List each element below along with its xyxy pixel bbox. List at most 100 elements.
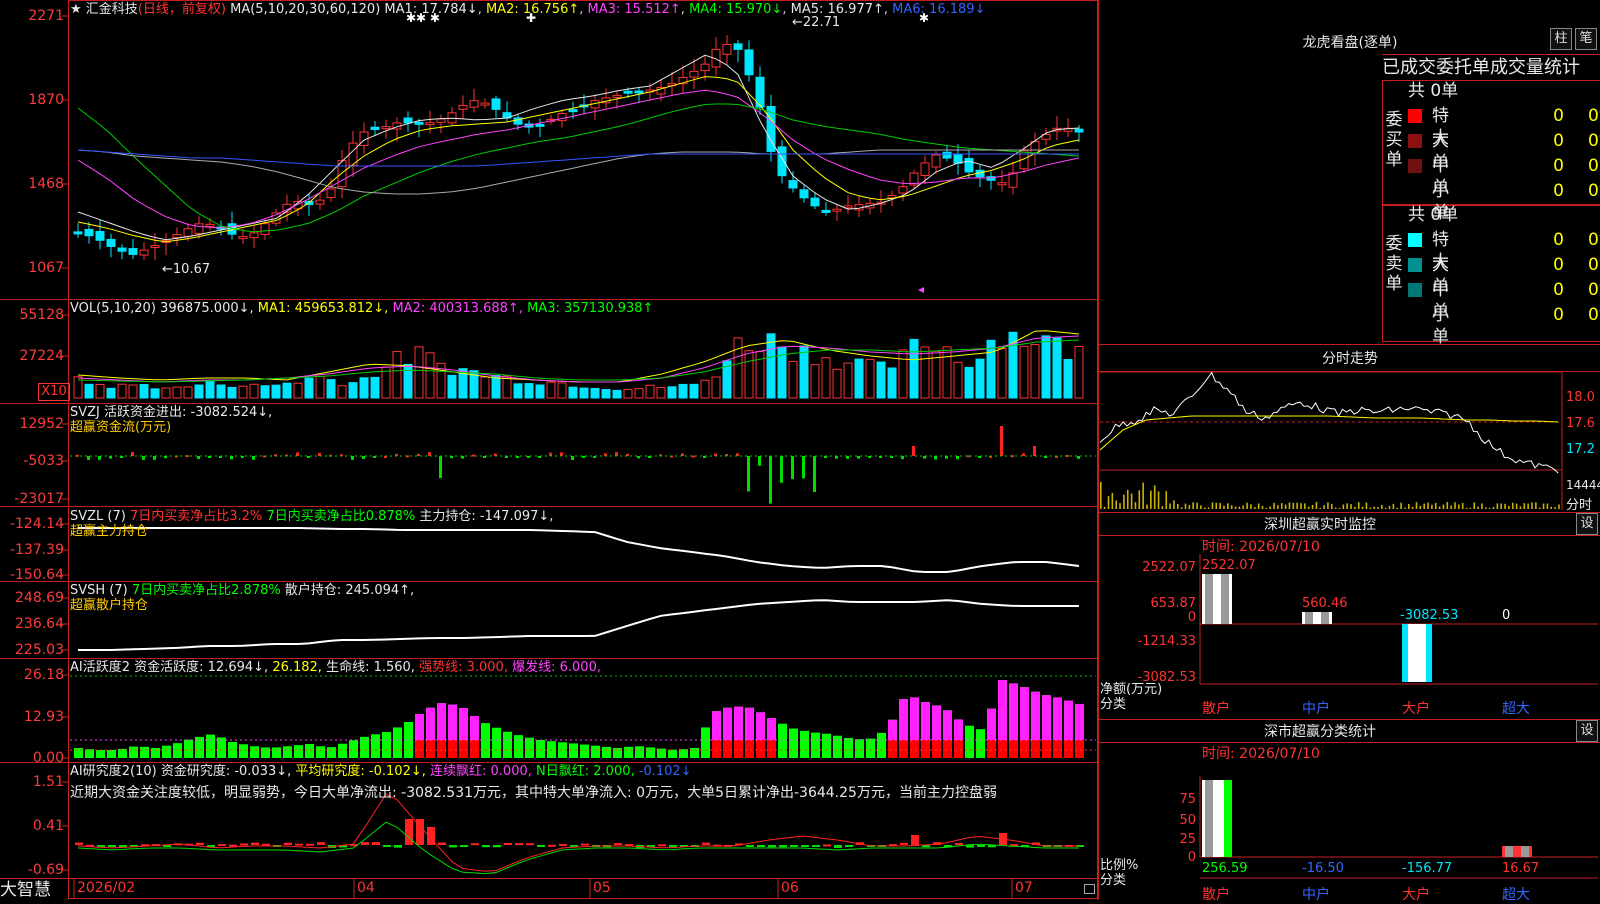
candle-body — [964, 158, 974, 173]
monitor-bar-value: 2522.07 — [1202, 558, 1256, 573]
order-count: 0 — [1553, 181, 1564, 201]
activity-bar-base — [723, 740, 732, 758]
flow-bar — [615, 452, 618, 456]
candle-body — [722, 43, 732, 55]
volume-bar — [524, 383, 534, 399]
chart-mode[interactable]: (日线，前复权) — [138, 2, 226, 17]
class-axis-label: 0 — [1187, 850, 1196, 865]
activity-bar-top — [1031, 691, 1040, 740]
activity-bar-base — [899, 740, 908, 758]
activity-bar-base — [712, 740, 721, 758]
flow-bar — [758, 456, 761, 466]
date-label-5: 07 — [1015, 880, 1033, 896]
activity-bar-base — [745, 740, 754, 758]
research-bar — [526, 843, 534, 846]
research-text4: N日飘红: 2.000, — [536, 764, 635, 779]
favorite-star-icon[interactable]: ★ — [70, 2, 82, 17]
volume-bar — [95, 383, 105, 399]
svzl-axis-label-1: -124.14 — [9, 516, 64, 532]
activity-bar — [140, 746, 149, 758]
activity-bar-base — [756, 740, 765, 758]
volume-bar — [1074, 345, 1084, 399]
activity-bar-base — [459, 740, 468, 758]
ma3-value: MA3: 15.512↑ — [587, 2, 681, 17]
order-size: 小单 — [1432, 305, 1449, 347]
price-header: ★ 汇金科技(日线，前复权) MA(5,10,20,30,60,120) MA1… — [70, 2, 986, 17]
candle-body — [139, 249, 149, 256]
volume-bar — [645, 384, 655, 399]
volume-bar — [216, 384, 226, 399]
activity-bar-top — [1053, 697, 1062, 740]
volume-bar — [887, 367, 897, 399]
research-bar — [405, 819, 413, 845]
volume-bar — [579, 387, 589, 399]
activity-bar — [569, 743, 578, 758]
candle-body — [491, 98, 501, 110]
class-settings-button[interactable]: 设 — [1576, 720, 1598, 742]
flow-bar — [934, 456, 937, 460]
bar-mode-button[interactable]: 柱 — [1550, 28, 1572, 50]
high-price-value: 22.71 — [802, 15, 841, 30]
monitor-bar-value: -3082.53 — [1400, 608, 1459, 623]
activity-bar-base — [1009, 740, 1018, 758]
research-bar — [251, 842, 259, 845]
activity-bar-top — [987, 708, 996, 740]
research-bar — [911, 835, 919, 845]
research-bar — [372, 842, 380, 845]
brand-label: 大智慧 — [0, 880, 51, 900]
svzl-axis-label-3: -150.64 — [9, 567, 64, 583]
activity-bar-base — [448, 740, 457, 758]
monitor-category: 大户 — [1402, 701, 1430, 717]
activity-bar — [635, 746, 644, 758]
research-bar — [614, 843, 622, 846]
activity-bar — [789, 728, 798, 758]
volume-bar — [766, 333, 776, 399]
activity-bar-top — [921, 702, 930, 740]
volume-bar — [832, 368, 842, 399]
candle-body — [777, 146, 787, 177]
tick-mode-button[interactable]: 笔 — [1575, 28, 1597, 50]
lock-icon[interactable] — [1084, 884, 1095, 894]
research-text1: 资金研究度: -0.033↓, — [160, 764, 292, 779]
candle-body — [634, 90, 644, 94]
flow-bar — [153, 456, 156, 460]
activity-bar — [525, 737, 534, 758]
research-bar — [768, 845, 776, 848]
volume-bar — [84, 383, 94, 399]
research-bar — [306, 843, 314, 846]
activity-bar-top — [899, 699, 908, 740]
monitor-settings-button[interactable]: 设 — [1576, 513, 1598, 535]
activity-bar — [294, 745, 303, 758]
flow-axis-label-1: 12952 — [19, 416, 64, 432]
research-bar — [977, 845, 985, 847]
svzl-label: SVZL (7) — [70, 509, 126, 524]
volume-bar — [161, 387, 171, 399]
class-category: 散户 — [1202, 887, 1230, 903]
activity-bar — [349, 740, 358, 758]
candle-body — [370, 126, 380, 131]
dragon-header: 已成交委托单成交量统计 — [1382, 54, 1600, 81]
research-header: AI研究度2(10) 资金研究度: -0.033↓, 平均研究度: -0.102… — [70, 765, 692, 779]
activity-bar — [701, 727, 710, 758]
activity-bar — [668, 749, 677, 758]
sell-side-label: 委卖单 — [1385, 234, 1403, 294]
ai2-axis-label-1: 26.18 — [23, 667, 64, 683]
activity-bar — [371, 734, 380, 758]
research-bar — [262, 843, 270, 846]
flow-bar — [439, 456, 442, 478]
volume-bar — [1008, 331, 1018, 399]
activity-bar-top — [756, 712, 765, 740]
candle-body — [117, 247, 127, 252]
volume-bar — [1052, 337, 1062, 399]
volume-bar — [920, 346, 930, 399]
intraday-axis-2: 17.6 — [1566, 416, 1595, 431]
vol-value: 396875.000↓, — [160, 301, 254, 316]
monitor-category: 中户 — [1302, 701, 1330, 717]
class-category: 超大 — [1502, 887, 1530, 903]
volume-bar — [535, 384, 545, 399]
candle-body — [469, 100, 479, 108]
research-bar — [812, 845, 820, 847]
activity-bar-top — [426, 707, 435, 740]
volume-bar — [238, 385, 248, 399]
activity-bar — [393, 727, 402, 758]
